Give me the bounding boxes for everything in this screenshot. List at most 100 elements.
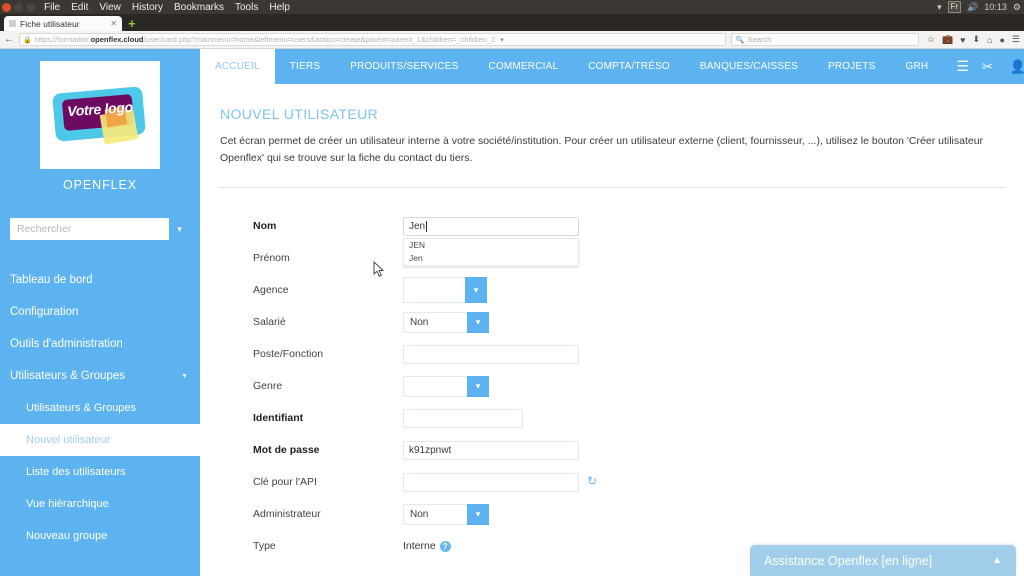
sidebar-item-outils-administration[interactable]: Outils d'administration <box>0 328 200 360</box>
application-body: Votre logo OPENFLEX ▾ Tableau de bord Co… <box>0 49 1024 576</box>
page-description: Cet écran permet de créer un utilisateur… <box>220 135 984 164</box>
os-menu-help[interactable]: Help <box>269 2 290 13</box>
chevron-up-icon[interactable]: ▲ <box>992 555 1002 566</box>
browser-tab[interactable]: Fiche utilisateur ✕ <box>4 16 122 31</box>
form-label-prenom: Prénom <box>253 252 290 264</box>
browser-tab-strip: Fiche utilisateur ✕ + <box>0 14 1024 31</box>
sidebar-item-label: Utilisateurs & Groupes <box>10 370 126 382</box>
tab-tiers[interactable]: TIERS <box>275 49 335 84</box>
browser-search-box[interactable]: 🔍 Search <box>730 33 919 46</box>
chevron-down-icon[interactable]: ▾ <box>465 277 487 303</box>
sidebar-subitem-vue-hierarchique[interactable]: Vue hiérarchique <box>0 488 200 520</box>
sidebar-item-configuration[interactable]: Configuration <box>0 296 200 328</box>
window-minimize-button[interactable] <box>14 2 23 12</box>
pocket-icon[interactable]: ♥ <box>960 35 965 45</box>
form-row-cle-api: Clé pour l'API ↻ <box>253 466 1006 498</box>
nom-autocomplete-dropdown[interactable]: JEN Jen <box>403 237 579 266</box>
account-icon[interactable]: ● <box>999 35 1004 45</box>
os-menu-tools[interactable]: Tools <box>235 2 258 13</box>
user-icon[interactable]: 👤 <box>1010 60 1024 73</box>
form-row-salarie: Salarié Non ▾ <box>253 306 1006 338</box>
sidebar-subitem-utilisateurs-groupes[interactable]: Utilisateurs & Groupes <box>0 392 200 424</box>
os-menu-file[interactable]: File <box>44 2 60 13</box>
chevron-down-icon[interactable]: ▾ <box>467 375 489 397</box>
form-row-genre: Genre ▾ <box>253 370 1006 402</box>
hamburger-menu-icon[interactable]: ☰ <box>943 49 982 84</box>
chevron-down-icon[interactable]: ▾ <box>467 311 489 333</box>
new-tab-button[interactable]: + <box>128 17 136 31</box>
os-menu-items[interactable]: File Edit View History Bookmarks Tools H… <box>44 2 290 13</box>
administrateur-select[interactable]: Non ▾ <box>403 503 489 525</box>
sidebar-subitem-nouvel-utilisateur[interactable]: Nouvel utilisateur <box>0 424 200 456</box>
download-icon[interactable]: ⬇ <box>973 34 981 45</box>
sidebar-item-label: Configuration <box>10 306 79 318</box>
url-scheme: https://formation. <box>34 35 91 44</box>
window-close-button[interactable] <box>2 2 11 12</box>
chevron-down-icon[interactable]: ▾ <box>169 218 190 240</box>
chevron-down-icon[interactable]: ▾ <box>467 503 489 525</box>
chevron-down-icon[interactable]: ▼ <box>181 373 188 380</box>
nom-input[interactable]: Jen <box>403 216 579 236</box>
tab-projets[interactable]: PROJETS <box>813 49 891 84</box>
search-input[interactable] <box>10 218 169 240</box>
chevron-down-icon[interactable]: ▾ <box>498 36 504 44</box>
browser-navigation-bar: ← 🔒 https://formation.openflex.cloud/use… <box>0 31 1024 49</box>
sidebar-subitem-nouveau-groupe[interactable]: Nouveau groupe <box>0 520 200 552</box>
tab-grh[interactable]: GRH <box>890 49 943 84</box>
form-label-agence: Agence <box>253 284 289 296</box>
tab-accueil[interactable]: ACCUEIL <box>200 49 275 84</box>
top-nav-label: COMPTA/TRÉSO <box>588 61 670 72</box>
window-controls[interactable] <box>0 2 35 12</box>
wifi-icon[interactable]: ▾ <box>937 2 942 13</box>
system-tray[interactable]: ▾ Fr 🔊 10:13 ⚙ <box>937 0 1021 14</box>
sidebar-item-label: Tableau de bord <box>10 274 93 286</box>
poste-fonction-input[interactable] <box>403 344 579 364</box>
menu-icon[interactable]: ☰ <box>1012 34 1020 45</box>
autocomplete-option[interactable]: Jen <box>404 252 578 265</box>
gear-icon[interactable]: ⚙ <box>1013 2 1021 13</box>
home-icon[interactable]: ⌂ <box>987 35 992 45</box>
star-icon[interactable]: ☆ <box>927 34 935 45</box>
form-control-identifiant <box>403 408 523 428</box>
tab-commercial[interactable]: COMMERCIAL <box>473 49 573 84</box>
window-maximize-button[interactable] <box>26 2 35 12</box>
os-menu-edit[interactable]: Edit <box>71 2 88 13</box>
os-menu-history[interactable]: History <box>132 2 163 13</box>
os-menu-bookmarks[interactable]: Bookmarks <box>174 2 224 13</box>
back-arrow-icon[interactable]: ← <box>4 34 14 45</box>
sidebar-item-tableau-de-bord[interactable]: Tableau de bord <box>0 264 200 296</box>
keyboard-layout-indicator[interactable]: Fr <box>947 1 962 13</box>
help-icon[interactable]: ? <box>439 540 451 552</box>
autocomplete-option[interactable]: JEN <box>404 239 578 252</box>
top-nav-items: ACCUEIL TIERS PRODUITS/SERVICES COMMERCI… <box>200 49 982 84</box>
form-label-salarie: Salarié <box>253 316 286 328</box>
sidebar-item-utilisateurs-groupes[interactable]: Utilisateurs & Groupes ▼ <box>0 360 200 392</box>
sidebar-search-field[interactable]: ▾ <box>10 218 190 240</box>
refresh-icon[interactable]: ↻ <box>587 474 597 488</box>
form-row-mot-de-passe: Mot de passe k91zpnwt <box>253 434 1006 466</box>
tab-compta-treso[interactable]: COMPTA/TRÉSO <box>573 49 685 84</box>
tab-produits-services[interactable]: PRODUITS/SERVICES <box>335 49 473 84</box>
url-path: /user/card.php?mainmenu=home&leftmenu=us… <box>143 35 496 44</box>
genre-select[interactable]: ▾ <box>403 375 489 397</box>
identifiant-input[interactable] <box>403 408 523 428</box>
url-bar[interactable]: 🔒 https://formation.openflex.cloud/user/… <box>19 33 726 46</box>
save-to-pocket-icon[interactable]: 💼 <box>942 34 953 45</box>
close-icon[interactable]: ✕ <box>110 19 117 28</box>
mot-de-passe-input[interactable]: k91zpnwt <box>403 440 579 460</box>
assistance-chat-widget[interactable]: Assistance Openflex [en ligne] ▲ <box>750 545 1016 576</box>
sidebar: Votre logo OPENFLEX ▾ Tableau de bord Co… <box>0 49 200 576</box>
form-control-genre: ▾ <box>403 375 489 397</box>
browser-search-placeholder: Search <box>747 35 772 44</box>
os-menu-view[interactable]: View <box>99 2 121 13</box>
agence-select[interactable]: ▾ <box>403 277 487 303</box>
user-form: Nom Jen JEN Jen Prénom Agence ▾ Salarié … <box>218 188 1006 562</box>
volume-icon[interactable]: 🔊 <box>967 2 978 13</box>
genre-select-value <box>403 375 467 397</box>
cle-api-input[interactable] <box>403 472 579 492</box>
tools-icon[interactable]: ✂ <box>982 60 993 73</box>
sidebar-subitem-liste-utilisateurs[interactable]: Liste des utilisateurs <box>0 456 200 488</box>
clock[interactable]: 10:13 <box>984 2 1007 12</box>
tab-banques-caisses[interactable]: BANQUES/CAISSES <box>685 49 813 84</box>
salarie-select[interactable]: Non ▾ <box>403 311 489 333</box>
